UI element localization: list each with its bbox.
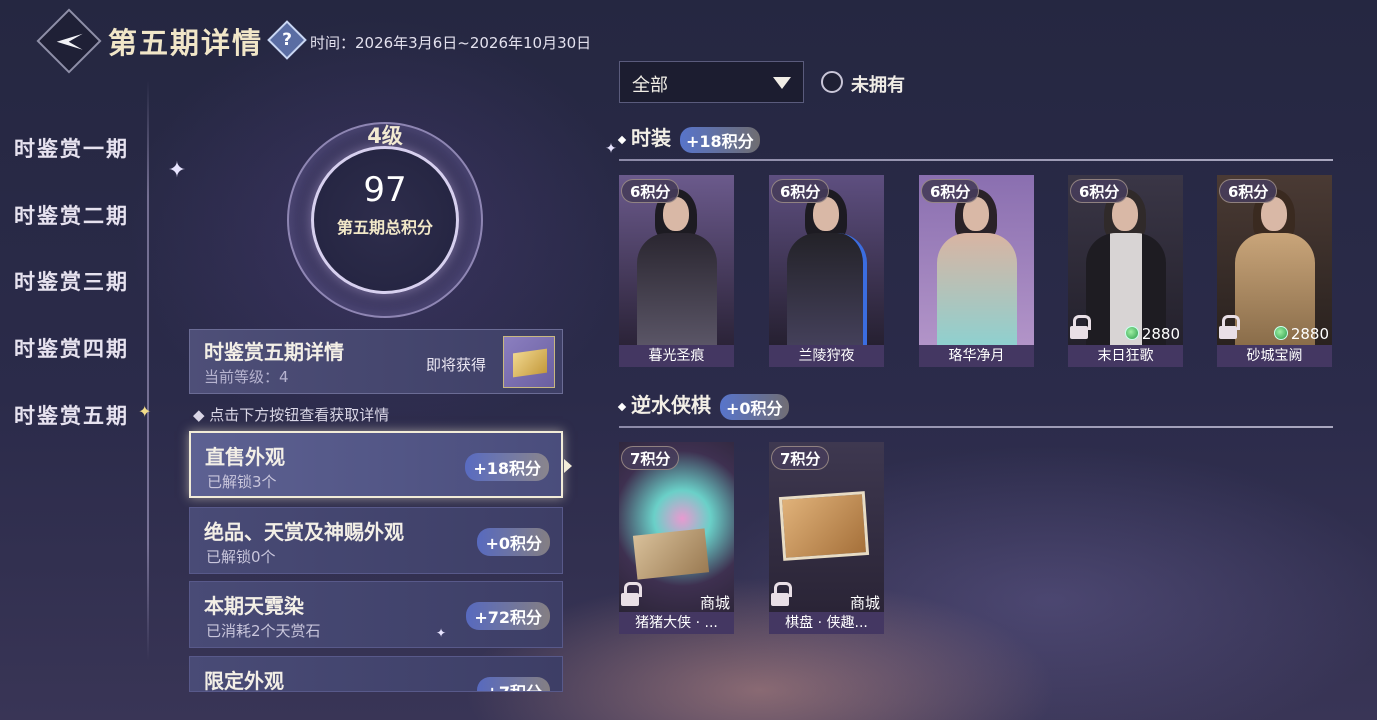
- active-arrow-icon: [564, 459, 572, 473]
- shop-label: 商城: [849, 594, 880, 612]
- source-points: +18积分: [465, 453, 549, 481]
- back-button[interactable]: [36, 8, 102, 74]
- help-button[interactable]: ?: [267, 20, 307, 60]
- section-points: +18积分: [679, 126, 760, 153]
- item-card[interactable]: 6积分 暮光圣痕: [619, 175, 734, 367]
- item-name: 暮光圣痕: [619, 345, 734, 367]
- item-name: 末日狂歌: [1068, 345, 1183, 367]
- item-card[interactable]: 6积分 珞华净月: [919, 175, 1034, 367]
- nav-item-period-1[interactable]: 时鉴赏一期: [14, 133, 129, 163]
- item-card[interactable]: 7积分 商城 猪猪大侠 · ...: [619, 442, 734, 634]
- item-points-badge: 6积分: [621, 179, 680, 203]
- lock-icon: [1219, 315, 1240, 339]
- item-card[interactable]: 7积分 商城 棋盘 · 侠趣...: [769, 442, 884, 634]
- item-price: 2880: [1124, 325, 1180, 343]
- section-points: +0积分: [719, 393, 789, 420]
- item-card[interactable]: 6积分 2880 砂城宝阙: [1217, 175, 1332, 367]
- source-points: +72积分: [466, 602, 550, 630]
- help-icon: ?: [282, 30, 292, 50]
- jade-currency-icon: [1273, 326, 1288, 340]
- item-points-badge: 6积分: [771, 179, 830, 203]
- item-name: 兰陵狩夜: [769, 345, 884, 367]
- lock-icon: [621, 582, 642, 606]
- source-subtitle: 已解锁0个: [206, 548, 276, 566]
- item-name: 猪猪大侠 · ...: [619, 612, 734, 634]
- sparkle-icon: ✦: [605, 141, 617, 157]
- event-time: 时间：2026年3月6日~2026年10月30日: [310, 34, 592, 52]
- item-card[interactable]: 6积分 2880 末日狂歌: [1068, 175, 1183, 367]
- shop-label: 商城: [699, 594, 730, 612]
- source-title: 绝品、天赏及神赐外观: [204, 520, 404, 544]
- section-header-fashion: 时装 +18积分: [617, 122, 760, 153]
- nav-item-period-5[interactable]: 时鉴赏五期: [14, 400, 129, 430]
- section-divider: [619, 426, 1333, 428]
- source-subtitle: 已解锁3个: [207, 473, 277, 491]
- active-marker-icon: ✦: [138, 402, 152, 421]
- source-item-dye[interactable]: 本期天霓染 已消耗2个天赏石 +72积分: [189, 581, 563, 648]
- nav-item-period-3[interactable]: 时鉴赏三期: [14, 266, 129, 296]
- item-points-badge: 6积分: [1219, 179, 1278, 203]
- dropdown-value: 全部: [632, 75, 668, 96]
- lock-icon: [771, 582, 792, 606]
- item-name: 棋盘 · 侠趣...: [769, 612, 884, 634]
- nav-item-period-2[interactable]: 时鉴赏二期: [14, 200, 129, 230]
- coming-reward-label: 即将获得: [426, 356, 487, 374]
- item-price: 2880: [1273, 325, 1329, 343]
- not-owned-radio[interactable]: [821, 71, 843, 93]
- section-title: 逆水侠棋: [631, 393, 711, 417]
- not-owned-label[interactable]: 未拥有: [851, 71, 905, 97]
- source-points: +7积分: [477, 677, 550, 691]
- source-item-direct-sale[interactable]: 直售外观 已解锁3个 +18积分: [189, 431, 563, 498]
- period-detail-title: 时鉴赏五期详情: [204, 340, 344, 364]
- level-label: 4级: [367, 124, 403, 148]
- lock-icon: [1070, 315, 1091, 339]
- section-header-chess: 逆水侠棋 +0积分: [617, 389, 789, 420]
- source-title: 直售外观: [205, 445, 285, 469]
- source-title: 限定外观: [204, 669, 284, 692]
- item-name: 砂城宝阙: [1217, 345, 1332, 367]
- total-score: 97: [363, 170, 407, 210]
- item-name: 珞华净月: [919, 345, 1034, 367]
- back-arrow-icon: [56, 33, 83, 50]
- page-title: 第五期详情: [108, 26, 264, 60]
- source-item-premium[interactable]: 绝品、天赏及神赐外观 已解锁0个 +0积分: [189, 507, 563, 574]
- section-title: 时装: [631, 126, 671, 150]
- current-level: 当前等级：4: [204, 368, 289, 386]
- item-card[interactable]: 6积分 兰陵狩夜: [769, 175, 884, 367]
- hint-text: ◆ 点击下方按钮查看获取详情: [193, 406, 390, 424]
- section-divider: [619, 159, 1333, 161]
- nav-item-period-4[interactable]: 时鉴赏四期: [14, 333, 129, 363]
- source-points: +0积分: [477, 528, 550, 556]
- total-score-label: 第五期总积分: [336, 218, 433, 237]
- source-item-limited[interactable]: 限定外观 +7积分: [189, 656, 563, 692]
- jade-currency-icon: [1124, 326, 1139, 340]
- category-dropdown[interactable]: 全部: [619, 61, 804, 103]
- item-points-badge: 6积分: [1070, 179, 1129, 203]
- reward-thumbnail[interactable]: [503, 336, 555, 388]
- sparkle-icon: ✦: [167, 158, 187, 183]
- item-points-badge: 6积分: [921, 179, 980, 203]
- nav-divider: [147, 80, 149, 660]
- chevron-down-icon: [773, 77, 791, 89]
- item-points-badge: 7积分: [771, 446, 830, 470]
- source-title: 本期天霓染: [204, 594, 304, 618]
- sparkle-icon: ✦: [435, 626, 447, 640]
- source-subtitle: 已消耗2个天赏石: [206, 622, 321, 640]
- item-points-badge: 7积分: [621, 446, 680, 470]
